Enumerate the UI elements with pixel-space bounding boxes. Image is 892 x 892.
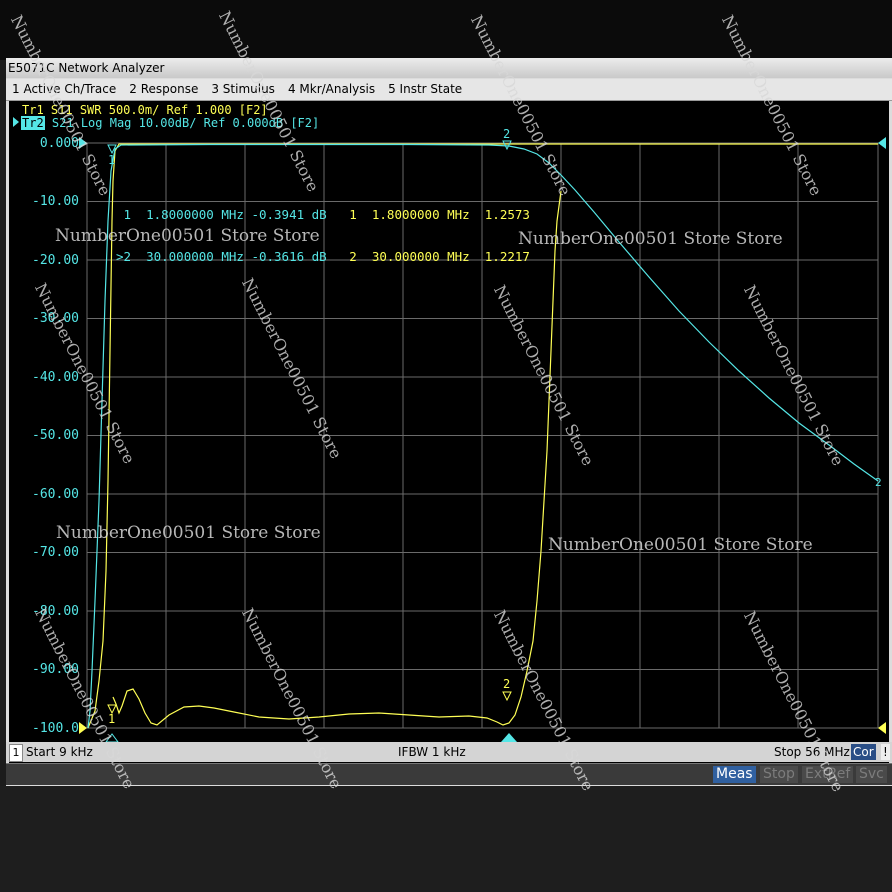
menu-active-ch-trace[interactable]: 1 Active Ch/Trace <box>6 79 123 100</box>
marker-num: 1 <box>349 207 357 222</box>
svc-button[interactable]: Svc <box>856 766 887 783</box>
marker2-trace1-icon <box>502 691 512 702</box>
channel-number[interactable]: 1 <box>9 744 23 762</box>
menu-response[interactable]: 2 Response <box>123 79 205 100</box>
marker-freq: 1.8000000 MHz <box>371 207 470 222</box>
menu-bar: 1 Active Ch/Trace 2 Response 3 Stimulus 4 M… <box>6 79 892 101</box>
status-bar: 1 Start 9 kHz IFBW 1 kHz Stop 56 MHz Cor… <box>6 742 892 762</box>
marker1-trace1-label: 1 <box>108 712 116 726</box>
stop-frequency[interactable]: Stop 56 MHz <box>774 742 850 762</box>
menu-instr-state[interactable]: 5 Instr State <box>382 79 469 100</box>
marker-value: 1.2573 <box>484 207 530 222</box>
marker-prefix: >2 <box>115 249 131 264</box>
stop-button[interactable]: Stop <box>760 766 798 783</box>
marker-freq: 30.000000 MHz <box>371 249 470 264</box>
marker-value: -0.3941 dB <box>251 207 327 222</box>
marker-value: -0.3616 dB <box>251 249 327 264</box>
start-frequency[interactable]: Start 9 kHz <box>26 742 93 762</box>
marker2-trace2-icon <box>502 140 512 151</box>
menu-mkr-analysis[interactable]: 4 Mkr/Analysis <box>282 79 382 100</box>
marker2-trace2-label: 2 <box>503 127 511 141</box>
trace2-end-label: 2 <box>875 476 882 489</box>
menu-stimulus[interactable]: 3 Stimulus <box>205 79 282 100</box>
marker-value: 1.2217 <box>484 249 530 264</box>
marker-prefix: 1 <box>123 207 131 222</box>
marker2-trace1-label: 2 <box>503 677 511 691</box>
measurement-screen: Tr1 S11 SWR 500.0m/ Ref 1.000 [F2] Tr2 S… <box>9 101 889 784</box>
warning-indicator: ! <box>881 744 890 760</box>
top-background <box>0 0 892 60</box>
ref-arrow-right-yellow-icon <box>878 722 886 734</box>
extref-button[interactable]: ExtRef <box>802 766 854 783</box>
ref-arrow-left-yellow-icon <box>79 722 87 734</box>
marker-freq: 1.8000000 MHz <box>146 207 244 222</box>
analyzer-window: E5071C Network Analyzer 1 Active Ch/Trac… <box>6 58 892 786</box>
marker-num: 2 <box>349 249 357 264</box>
marker1-trace2-label: 1 <box>108 153 116 167</box>
marker-readout: 1 1.8000000 MHz -0.3941 dB 1 1.8000000 M… <box>105 180 530 292</box>
ifbw-setting[interactable]: IFBW 1 kHz <box>398 742 466 762</box>
ref-arrow-left-cyan-icon <box>79 137 87 149</box>
stimulus-marker-2-icon <box>501 733 517 742</box>
marker-readout-row: >2 30.000000 MHz -0.3616 dB 2 30.000000 … <box>105 250 530 264</box>
ref-arrow-right-cyan-icon <box>878 137 886 149</box>
marker-readout-row: 1 1.8000000 MHz -0.3941 dB 1 1.8000000 M… <box>105 207 530 222</box>
stimulus-marker-1-icon <box>105 733 119 743</box>
softkey-bar: Meas Stop ExtRef Svc <box>6 763 892 785</box>
marker-freq: 30.000000 MHz <box>146 249 244 264</box>
meas-button[interactable]: Meas <box>713 766 756 783</box>
window-title: E5071C Network Analyzer <box>6 58 892 78</box>
correction-indicator: Cor <box>851 744 876 760</box>
bottom-background <box>0 786 892 892</box>
